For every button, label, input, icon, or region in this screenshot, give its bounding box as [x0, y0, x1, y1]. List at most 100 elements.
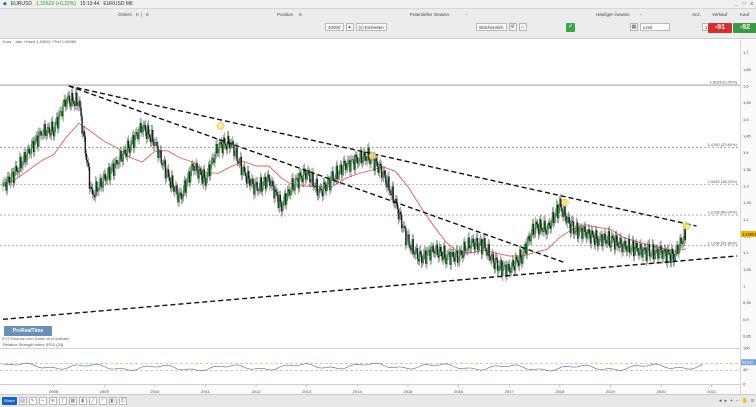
- candle-body: [158, 152, 160, 158]
- price-axis[interactable]: 1,7 1,65 1,6 1,55 1,5 1,45 1,4 1,35 1,3 1,25 1,2 1,…: [740, 39, 756, 394]
- fibonacci-level-label: 1,1206 (61,80%): [707, 240, 737, 245]
- buy-label: Kauf: [740, 12, 750, 17]
- candle: [180, 188, 182, 205]
- candle-body: [167, 169, 170, 177]
- candle: [240, 153, 243, 181]
- stepper-up-icon[interactable]: ▴: [345, 23, 354, 31]
- candle-body: [261, 185, 264, 192]
- trendline[interactable]: [68, 85, 697, 227]
- candle-body: [671, 248, 674, 254]
- instrument-icon: ◆: [3, 1, 7, 7]
- candle: [494, 252, 497, 273]
- sell-button[interactable]: -91: [708, 23, 732, 33]
- candle-body: [232, 141, 234, 146]
- candle-body: [530, 232, 533, 242]
- candle-body: [611, 235, 614, 238]
- candle-body: [68, 95, 71, 103]
- candle-body: [281, 206, 284, 212]
- candle-body: [124, 149, 127, 154]
- maximize-button[interactable]: □: [742, 1, 745, 7]
- candle-body: [678, 248, 680, 254]
- order-type-icon[interactable]: ▦: [630, 23, 638, 31]
- candle-body: [290, 190, 292, 196]
- candle-body: [658, 254, 660, 259]
- trendline[interactable]: [2, 255, 738, 321]
- candle-body: [617, 241, 619, 247]
- candle-body: [154, 141, 156, 146]
- price-chart-svg[interactable]: 1,6028 (0,00%) 1,4150 (23,60%) 1,3049 (38,…: [0, 46, 740, 346]
- candle-body: [536, 224, 539, 228]
- candle-body: [408, 234, 410, 246]
- settings-icon[interactable]: ⚙: [508, 23, 517, 31]
- rsi-tick-label: 0: [743, 382, 746, 387]
- candle-body: [102, 175, 104, 188]
- rsi-panel[interactable]: [0, 348, 740, 384]
- candle-body: [649, 255, 652, 257]
- print-icon[interactable]: ▤: [18, 397, 27, 405]
- candle-body: [62, 103, 64, 117]
- hand-icon[interactable]: ✋: [742, 398, 748, 404]
- candle-body: [642, 250, 644, 258]
- screenshot-icon[interactable]: ◧: [108, 397, 117, 405]
- indicator-icon[interactable]: ƒ: [58, 397, 67, 405]
- candle-body: [147, 125, 150, 135]
- time-axis[interactable]: 2008 2009 2010 2011 2012 2013 2014 2015 2016 2017…: [0, 384, 740, 394]
- candle-body: [646, 246, 649, 261]
- order-type-group: ▦ Limit 1: [630, 21, 714, 33]
- draw-icon[interactable]: ✎: [28, 397, 37, 405]
- candle-body: [120, 151, 122, 160]
- bar-chart-icon[interactable]: ▮: [78, 397, 87, 405]
- trendline[interactable]: [68, 85, 566, 264]
- back-icon[interactable]: ◂: [719, 398, 722, 404]
- candle-body: [492, 254, 495, 264]
- crosshair-icon[interactable]: +: [38, 397, 47, 405]
- candle-body: [430, 247, 432, 261]
- zoom-out-icon[interactable]: −: [736, 398, 739, 404]
- close-button[interactable]: x: [751, 1, 754, 7]
- candle-body: [193, 165, 195, 171]
- quantity-input[interactable]: 10000: [325, 23, 344, 31]
- timeframe-icon[interactable]: ⏱: [118, 397, 127, 405]
- candle-body: [664, 249, 666, 252]
- candle-body: [25, 159, 27, 163]
- candle-body: [612, 237, 615, 241]
- candle-body: [234, 153, 236, 157]
- window-titlebar: ◆ EURUSD 1,15623 (+0,22%) 15:13:44 EURUS…: [0, 0, 756, 9]
- candle-body: [206, 172, 209, 178]
- buy-button[interactable]: -92: [733, 23, 756, 33]
- orders-label: Orders: [118, 12, 132, 17]
- candle: [294, 174, 296, 195]
- candle-body: [596, 230, 598, 239]
- candle-body: [320, 189, 323, 191]
- layout-icon[interactable]: ▦: [68, 397, 77, 405]
- candle-body: [76, 92, 78, 106]
- zoom-in-icon[interactable]: +: [730, 398, 733, 404]
- candle-body: [300, 175, 303, 179]
- candle-body: [523, 248, 525, 254]
- price-tick-label: 0,9: [743, 317, 749, 322]
- order-type-select[interactable]: Limit: [640, 23, 670, 31]
- minimize-button[interactable]: _: [735, 1, 738, 7]
- rsi-chart-svg[interactable]: [0, 349, 740, 385]
- price-chart[interactable]: 1,6028 (0,00%) 1,4150 (23,60%) 1,3049 (38,…: [0, 46, 740, 346]
- candle-body: [423, 254, 425, 261]
- line-chart-icon[interactable]: ╱: [88, 397, 97, 405]
- attach-icon[interactable]: ⌂: [518, 23, 527, 31]
- candle-body: [65, 103, 67, 107]
- validity-select[interactable]: Wöchentlich: [476, 23, 507, 31]
- menu-icon[interactable]: ≡: [751, 398, 754, 404]
- confirm-checkmark-icon[interactable]: ✓: [566, 22, 575, 32]
- candle-body: [182, 190, 185, 198]
- candle-body: [186, 178, 189, 184]
- share-button[interactable]: Share: [2, 397, 17, 405]
- candle-body: [203, 169, 206, 179]
- price-tick-label: 1: [743, 284, 746, 289]
- candle-body: [574, 230, 577, 233]
- highlight-marker: [216, 122, 225, 130]
- zoom-icon[interactable]: ⊕: [48, 397, 57, 405]
- forward-icon[interactable]: ▸: [724, 398, 727, 404]
- alert-icon[interactable]: !: [98, 397, 107, 405]
- unit-select[interactable]: (x) Einheiten: [355, 23, 387, 31]
- candle-body: [482, 243, 484, 255]
- instrument-symbol[interactable]: EURUSD: [11, 1, 32, 7]
